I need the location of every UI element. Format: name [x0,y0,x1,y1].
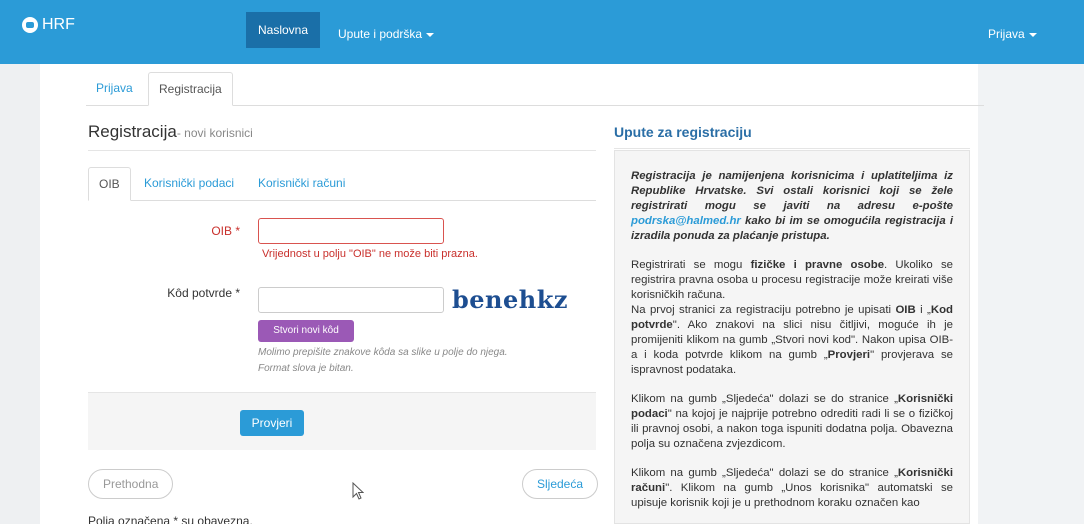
tab-prijava[interactable]: Prijava [86,72,143,106]
next-button[interactable]: Sljedeća [522,469,599,499]
tab-korisnicki-racuni[interactable]: Korisnički računi [248,167,355,201]
previous-button[interactable]: Prethodna [88,469,174,499]
tab-korisnicki-podaci[interactable]: Korisnički podaci [134,167,244,201]
captcha-help-line1: Molimo prepišite znakove kôda sa slike u… [258,347,508,358]
check-button[interactable]: Provjeri [240,410,304,436]
top-navbar: HRF Naslovna Upute i podrška Prijava [0,0,1084,64]
registration-steps-tabs: OIB Korisnički podaci Korisnički računi [88,167,596,201]
logo-icon [22,17,38,33]
nav-naslovna[interactable]: Naslovna [246,12,321,48]
oib-error: Vrijednost u polju "OIB" ne može biti pr… [262,248,478,260]
confirmation-code-input[interactable] [258,287,444,313]
required-fields-note: Polja označena * su obavezna. [88,514,253,524]
tab-registracija[interactable]: Registracija [148,72,233,106]
right-gutter [978,64,1084,524]
main-content: Prijava Registracija Registracija- novi … [40,64,984,524]
user-menu-prijava[interactable]: Prijava [976,16,1049,52]
nav-upute-label: Upute i podrška [338,27,423,41]
guide-paragraph-2: Registrirati se mogu fizičke i pravne os… [631,259,953,376]
auth-tabs: Prijava Registracija [86,72,984,106]
chevron-down-icon [426,32,435,37]
captcha-help-line2: Format slova je bitan. [258,363,354,374]
form-actions: Provjeri [88,392,596,450]
guide-paragraph-3: Klikom na gumb „Sljedeća" dolazi se do s… [631,393,953,450]
brand-name: HRF [42,16,75,33]
guide-intro: Registracija je namijenjena korisnicima … [631,170,953,242]
page-subtitle: - novi korisnici [176,126,253,140]
mouse-cursor-icon [352,481,365,503]
chevron-down-icon [1028,32,1037,37]
nav-upute-dropdown[interactable]: Upute i podrška [326,16,446,52]
divider [88,150,596,151]
oib-input[interactable] [258,218,444,244]
page-title: Registracija- novi korisnici [88,122,253,142]
guide-paragraph-4: Klikom na gumb „Sljedeća" dolazi se do s… [631,467,953,509]
brand-logo[interactable]: HRF [22,16,75,34]
support-email-link[interactable]: podrska@halmed.hr [631,215,741,227]
divider [614,148,970,149]
oib-label: OIB * [211,224,240,238]
guide-title: Upute za registraciju [614,124,752,140]
tab-oib[interactable]: OIB [88,167,131,201]
code-label: Kôd potvrde * [167,286,240,300]
page-title-text: Registracija [88,122,177,141]
new-code-button[interactable]: Stvori novi kôd [258,320,354,342]
user-menu-label: Prijava [988,27,1025,41]
captcha-image: benehkz [452,285,568,314]
guide-panel: Registracija je namijenjena korisnicima … [614,150,970,524]
